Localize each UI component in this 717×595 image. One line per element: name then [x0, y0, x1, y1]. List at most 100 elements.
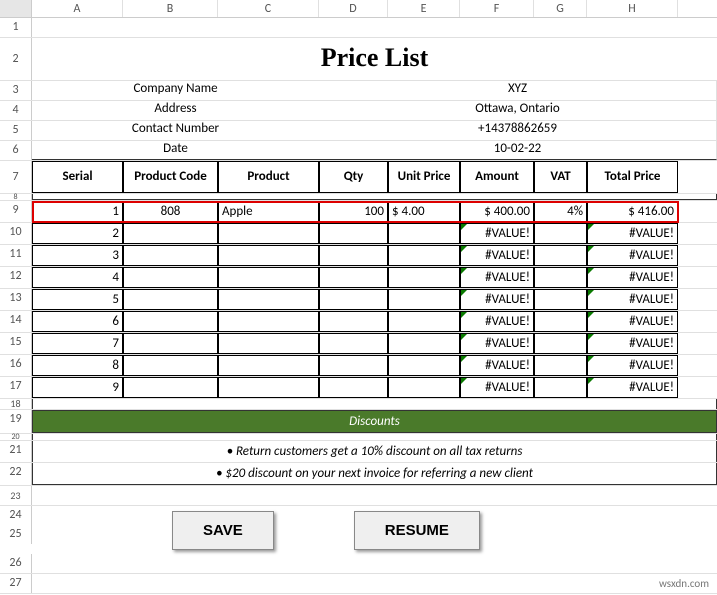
cell-qty[interactable] — [319, 245, 388, 266]
header-amount[interactable]: Amount — [460, 161, 534, 193]
cell-vat[interactable] — [534, 223, 587, 244]
row-header-24[interactable]: 24 — [0, 506, 32, 525]
cell-vat[interactable] — [534, 377, 587, 398]
row-header-5[interactable]: 5 — [0, 121, 32, 140]
date-value[interactable]: 10-02-22 — [319, 141, 717, 160]
row-header-27[interactable]: 27 — [0, 574, 32, 593]
row-header-11[interactable]: 11 — [0, 245, 32, 266]
cell-total[interactable]: #VALUE! — [587, 377, 678, 398]
cell-serial[interactable]: 2 — [32, 223, 123, 244]
cell-qty[interactable]: 100 — [319, 201, 388, 222]
row-header-22[interactable]: 22 — [0, 463, 32, 485]
row-header-9[interactable]: 9 — [0, 201, 32, 222]
col-header-H[interactable]: H — [587, 0, 678, 17]
row-header-3[interactable]: 3 — [0, 81, 32, 100]
cell-product[interactable] — [218, 223, 319, 244]
cell-unit-price[interactable] — [388, 377, 460, 398]
cell-unit-price[interactable] — [388, 223, 460, 244]
cell-qty[interactable] — [319, 333, 388, 354]
cell-serial[interactable]: 1 — [32, 201, 123, 222]
cell-vat[interactable] — [534, 289, 587, 310]
cell-amount[interactable]: #VALUE! — [460, 289, 534, 310]
row-header-25[interactable]: 25 — [0, 525, 32, 544]
cell-total[interactable]: #VALUE! — [587, 333, 678, 354]
row-header-7[interactable]: 7 — [0, 161, 32, 193]
header-total[interactable]: Total Price — [587, 161, 678, 193]
row-header-14[interactable]: 14 — [0, 311, 32, 332]
row-header-26[interactable]: 26 — [0, 554, 32, 573]
cell-serial[interactable]: 7 — [32, 333, 123, 354]
cell-serial[interactable]: 8 — [32, 355, 123, 376]
cell-total[interactable]: #VALUE! — [587, 245, 678, 266]
cell-code[interactable] — [123, 289, 218, 310]
cell-amount[interactable]: #VALUE! — [460, 311, 534, 332]
cell-vat[interactable] — [534, 333, 587, 354]
header-code[interactable]: Product Code — [123, 161, 218, 193]
cell-qty[interactable] — [319, 289, 388, 310]
cell-code[interactable]: 808 — [123, 201, 218, 222]
cell-total[interactable]: #VALUE! — [587, 311, 678, 332]
header-vat[interactable]: VAT — [534, 161, 587, 193]
cell-qty[interactable] — [319, 377, 388, 398]
cell-product[interactable] — [218, 377, 319, 398]
cell-serial[interactable]: 3 — [32, 245, 123, 266]
cell-code[interactable] — [123, 377, 218, 398]
row-header-12[interactable]: 12 — [0, 267, 32, 288]
row-header-10[interactable]: 10 — [0, 223, 32, 244]
cell-serial[interactable]: 4 — [32, 267, 123, 288]
contact-value[interactable]: +14378862659 — [319, 121, 717, 140]
cell-code[interactable] — [123, 245, 218, 266]
row-header-1[interactable]: 1 — [0, 18, 32, 37]
row-header-8[interactable]: 8 — [0, 194, 32, 200]
cell-vat[interactable] — [534, 245, 587, 266]
col-header-D[interactable]: D — [319, 0, 388, 17]
row-header-16[interactable]: 16 — [0, 355, 32, 376]
row-header-18[interactable]: 18 — [0, 399, 32, 409]
col-header-F[interactable]: F — [460, 0, 534, 17]
cell-unit-price[interactable] — [388, 311, 460, 332]
cell-total[interactable]: #VALUE! — [587, 289, 678, 310]
header-serial[interactable]: Serial — [32, 161, 123, 193]
cell-amount[interactable]: #VALUE! — [460, 333, 534, 354]
cell-code[interactable] — [123, 311, 218, 332]
cell-total[interactable]: #VALUE! — [587, 223, 678, 244]
cell-serial[interactable]: 6 — [32, 311, 123, 332]
select-all-corner[interactable] — [0, 0, 32, 17]
cell-product[interactable] — [218, 355, 319, 376]
cell-unit-price[interactable] — [388, 267, 460, 288]
col-header-A[interactable]: A — [32, 0, 123, 17]
cell-unit-price[interactable] — [388, 333, 460, 354]
cell-amount[interactable]: #VALUE! — [460, 377, 534, 398]
cell-vat[interactable] — [534, 355, 587, 376]
cell-vat[interactable] — [534, 311, 587, 332]
address-value[interactable]: Ottawa, Ontario — [319, 101, 717, 120]
cell-product[interactable] — [218, 311, 319, 332]
company-value[interactable]: XYZ — [319, 81, 717, 100]
header-qty[interactable]: Qty — [319, 161, 388, 193]
cell-code[interactable] — [123, 355, 218, 376]
row-header-17[interactable]: 17 — [0, 377, 32, 398]
cell-qty[interactable] — [319, 355, 388, 376]
col-header-B[interactable]: B — [123, 0, 218, 17]
cell-total[interactable]: $ 416.00 — [587, 201, 678, 222]
cell-amount[interactable]: $ 400.00 — [460, 201, 534, 222]
row-header-20[interactable]: 20 — [0, 434, 32, 440]
cell-amount[interactable]: #VALUE! — [460, 245, 534, 266]
cell-unit-price[interactable] — [388, 355, 460, 376]
row-header-13[interactable]: 13 — [0, 289, 32, 310]
cell-product[interactable] — [218, 289, 319, 310]
cell-product[interactable] — [218, 333, 319, 354]
col-header-G[interactable]: G — [534, 0, 587, 17]
row-header-15[interactable]: 15 — [0, 333, 32, 354]
cell-total[interactable]: #VALUE! — [587, 267, 678, 288]
col-header-C[interactable]: C — [218, 0, 319, 17]
row-header-23[interactable]: 23 — [0, 486, 32, 505]
save-button[interactable]: SAVE — [172, 511, 274, 550]
cell-vat[interactable]: 4% — [534, 201, 587, 222]
cell-serial[interactable]: 5 — [32, 289, 123, 310]
cell-code[interactable] — [123, 223, 218, 244]
cell-product[interactable]: Apple — [218, 201, 319, 222]
cell-unit-price[interactable]: $ 4.00 — [388, 201, 460, 222]
cell-amount[interactable]: #VALUE! — [460, 223, 534, 244]
cell-total[interactable]: #VALUE! — [587, 355, 678, 376]
